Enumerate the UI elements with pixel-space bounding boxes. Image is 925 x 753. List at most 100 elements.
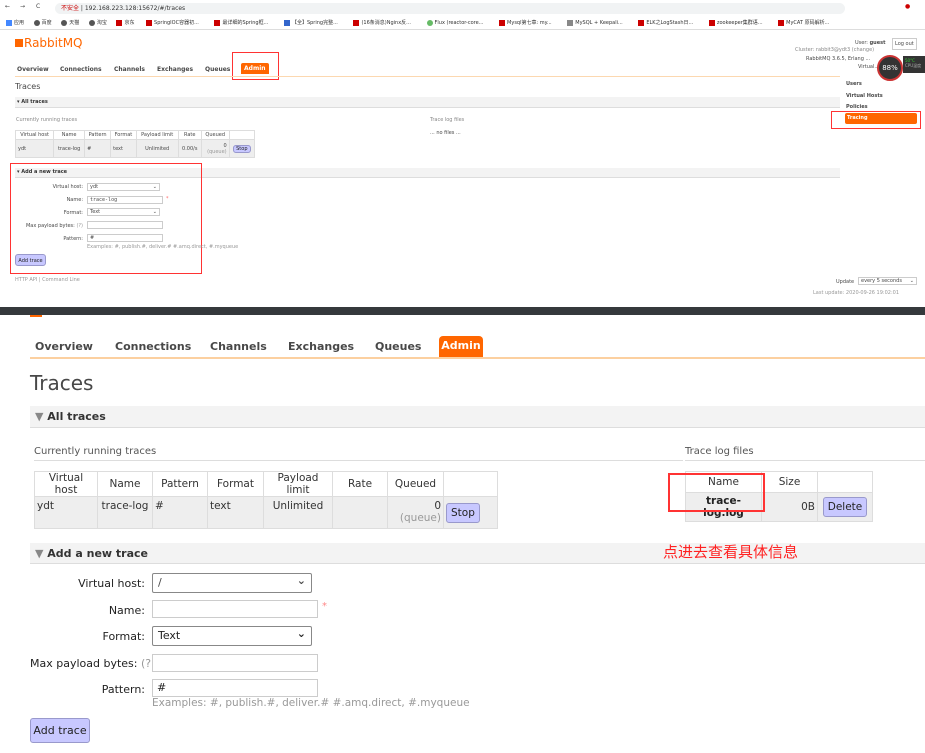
- trace-log-files-title: Trace log files: [430, 117, 465, 123]
- col-header: Name: [53, 129, 86, 141]
- tab-channels[interactable]: Channels: [210, 340, 267, 353]
- cpu-temp-widget: 50°C CPU温度: [903, 56, 925, 73]
- tab-overview[interactable]: Overview: [17, 66, 49, 73]
- url-text: 192.168.223.128:15672/#/traces: [84, 5, 186, 12]
- trace-log-files-title: Trace log files: [685, 446, 754, 457]
- tab-admin[interactable]: Admin: [439, 336, 483, 357]
- cpu-monitor-widget[interactable]: 88%: [877, 55, 903, 81]
- col-header: Pattern: [84, 129, 112, 141]
- format-label: Format:: [63, 210, 83, 216]
- stop-button[interactable]: Stop: [233, 144, 251, 153]
- pattern-input[interactable]: #: [87, 234, 163, 242]
- page-title: Traces: [15, 82, 41, 91]
- name-input[interactable]: trace-log: [87, 196, 163, 204]
- divider-band: [0, 307, 925, 315]
- chevron-down-icon: ⌄: [296, 627, 306, 640]
- bookmark[interactable]: 最详细的Spring框...: [214, 19, 268, 26]
- title-underline: [685, 460, 925, 461]
- nav-divider: [30, 357, 925, 359]
- address-bar[interactable]: 不安全 | 192.168.223.128:15672/#/traces: [55, 3, 845, 14]
- running-traces-title: Currently running traces: [34, 446, 157, 457]
- highlight-box: [668, 473, 765, 512]
- pattern-label: Pattern:: [63, 236, 83, 242]
- not-secure-label: 不安全: [61, 5, 80, 12]
- update-interval-select[interactable]: every 5 seconds ⌄: [858, 277, 917, 285]
- http-api-link[interactable]: HTTP API: [15, 277, 37, 283]
- all-traces-section[interactable]: ▾ All traces: [15, 97, 840, 108]
- pattern-examples: Examples: #, publish.#, deliver.# #.amq.…: [152, 697, 470, 709]
- triangle-down-icon: ▼: [35, 547, 48, 560]
- last-update: Last update: 2020-09-26 19:02:01: [813, 290, 899, 296]
- format-label: Format:: [102, 630, 145, 643]
- running-traces-table: Virtual host Name Pattern Format Payload lim…: [14, 129, 256, 158]
- version-info: RabbitMQ 3.6.5, Erlang ...: [806, 56, 871, 62]
- name-input[interactable]: [152, 600, 318, 618]
- pattern-examples: Examples: #, publish.#, deliver.# #.amq.…: [87, 244, 239, 250]
- col-header: Virtual host: [14, 129, 55, 141]
- col-header: Rate: [177, 129, 202, 141]
- bookmark[interactable]: MyCAT 原码解析...: [778, 19, 829, 26]
- payload-input[interactable]: [87, 221, 163, 229]
- tab-connections[interactable]: Connections: [115, 340, 191, 353]
- menu-virtual-hosts[interactable]: Virtual Hosts: [846, 93, 883, 99]
- logout-button[interactable]: Log out: [892, 38, 917, 50]
- bookmark[interactable]: 【全】Spring完整...: [283, 19, 338, 26]
- bookmark[interactable]: 应用: [6, 19, 24, 26]
- back-icon[interactable]: ←: [5, 3, 10, 10]
- payload-input[interactable]: [152, 654, 318, 672]
- forward-icon[interactable]: →: [20, 3, 25, 10]
- format-select[interactable]: Text ⌄: [152, 626, 312, 646]
- bookmark[interactable]: SpringIOC容器初...: [146, 19, 199, 26]
- required-marker: *: [166, 196, 169, 202]
- chevron-down-icon: ⌄: [296, 574, 306, 587]
- tab-channels[interactable]: Channels: [114, 66, 145, 73]
- bookmark[interactable]: 京东: [116, 19, 134, 26]
- stop-button[interactable]: Stop: [446, 502, 480, 523]
- tab-exchanges[interactable]: Exchanges: [157, 66, 193, 73]
- vhost-select[interactable]: ydt ⌄: [87, 183, 160, 191]
- user-info: User: guest: [855, 40, 886, 46]
- vhost-label: Virtual host:: [78, 577, 145, 590]
- delete-button[interactable]: Delete: [822, 497, 868, 517]
- all-traces-header: ▾ All traces: [17, 99, 48, 105]
- cluster-info: Cluster: rabbit3@ydt3 (change): [795, 47, 875, 53]
- tab-exchanges[interactable]: Exchanges: [288, 340, 354, 353]
- name-label: Name:: [66, 197, 83, 203]
- bookmark[interactable]: Mysql第七章: my...: [499, 19, 552, 26]
- add-trace-button[interactable]: Add trace: [30, 718, 90, 743]
- running-traces-title: Currently running traces: [16, 117, 78, 123]
- bookmark[interactable]: 淘宝: [88, 19, 107, 26]
- col-header: Payload limit: [135, 129, 179, 141]
- help-link[interactable]: (?): [76, 223, 83, 229]
- bookmark-bar: 应用 百度 天猫 淘宝 京东 SpringIOC容器初... 最详细的Sprin…: [6, 19, 829, 26]
- vhost-label: Virtual host:: [52, 184, 83, 190]
- tab-queues[interactable]: Queues: [205, 66, 230, 73]
- add-trace-button[interactable]: Add trace: [15, 254, 46, 266]
- vhost-select[interactable]: / ⌄: [152, 573, 312, 593]
- profile-icon[interactable]: ●: [905, 3, 910, 10]
- tab-overview[interactable]: Overview: [35, 340, 93, 353]
- bookmark[interactable]: MySQL + Keepali...: [567, 19, 623, 26]
- payload-label: Max payload bytes:: [25, 223, 75, 229]
- payload-label: Max payload bytes:: [30, 657, 138, 670]
- menu-policies[interactable]: Policies: [846, 104, 868, 110]
- bookmark[interactable]: Flux (reactor-core...: [426, 19, 483, 26]
- bookmark[interactable]: ELK之LogStash日...: [638, 19, 693, 26]
- virtual-info: Virtual...: [858, 64, 880, 70]
- format-select[interactable]: Text ⌄: [87, 208, 160, 216]
- tab-queues[interactable]: Queues: [375, 340, 421, 353]
- pattern-input[interactable]: #: [152, 679, 318, 697]
- bookmark[interactable]: zookeeper集群语...: [708, 19, 763, 26]
- reload-icon[interactable]: C: [36, 3, 40, 10]
- update-label: Update: [836, 279, 855, 285]
- bookmark[interactable]: 天猫: [61, 19, 79, 26]
- menu-users[interactable]: Users: [846, 81, 862, 87]
- command-line-link[interactable]: Command Line: [42, 277, 80, 283]
- all-traces-section[interactable]: ▼ All traces: [30, 406, 925, 428]
- bookmark[interactable]: 百度: [33, 19, 52, 26]
- nav-divider: [15, 76, 840, 77]
- tab-connections[interactable]: Connections: [60, 66, 102, 73]
- bookmark[interactable]: (16条消息)Nginx反...: [353, 19, 411, 26]
- rabbitmq-logo: RabbitMQ: [15, 36, 83, 50]
- table-row: ydt trace-log # text Unlimited 0.00/s 0 (queue)…: [14, 139, 256, 158]
